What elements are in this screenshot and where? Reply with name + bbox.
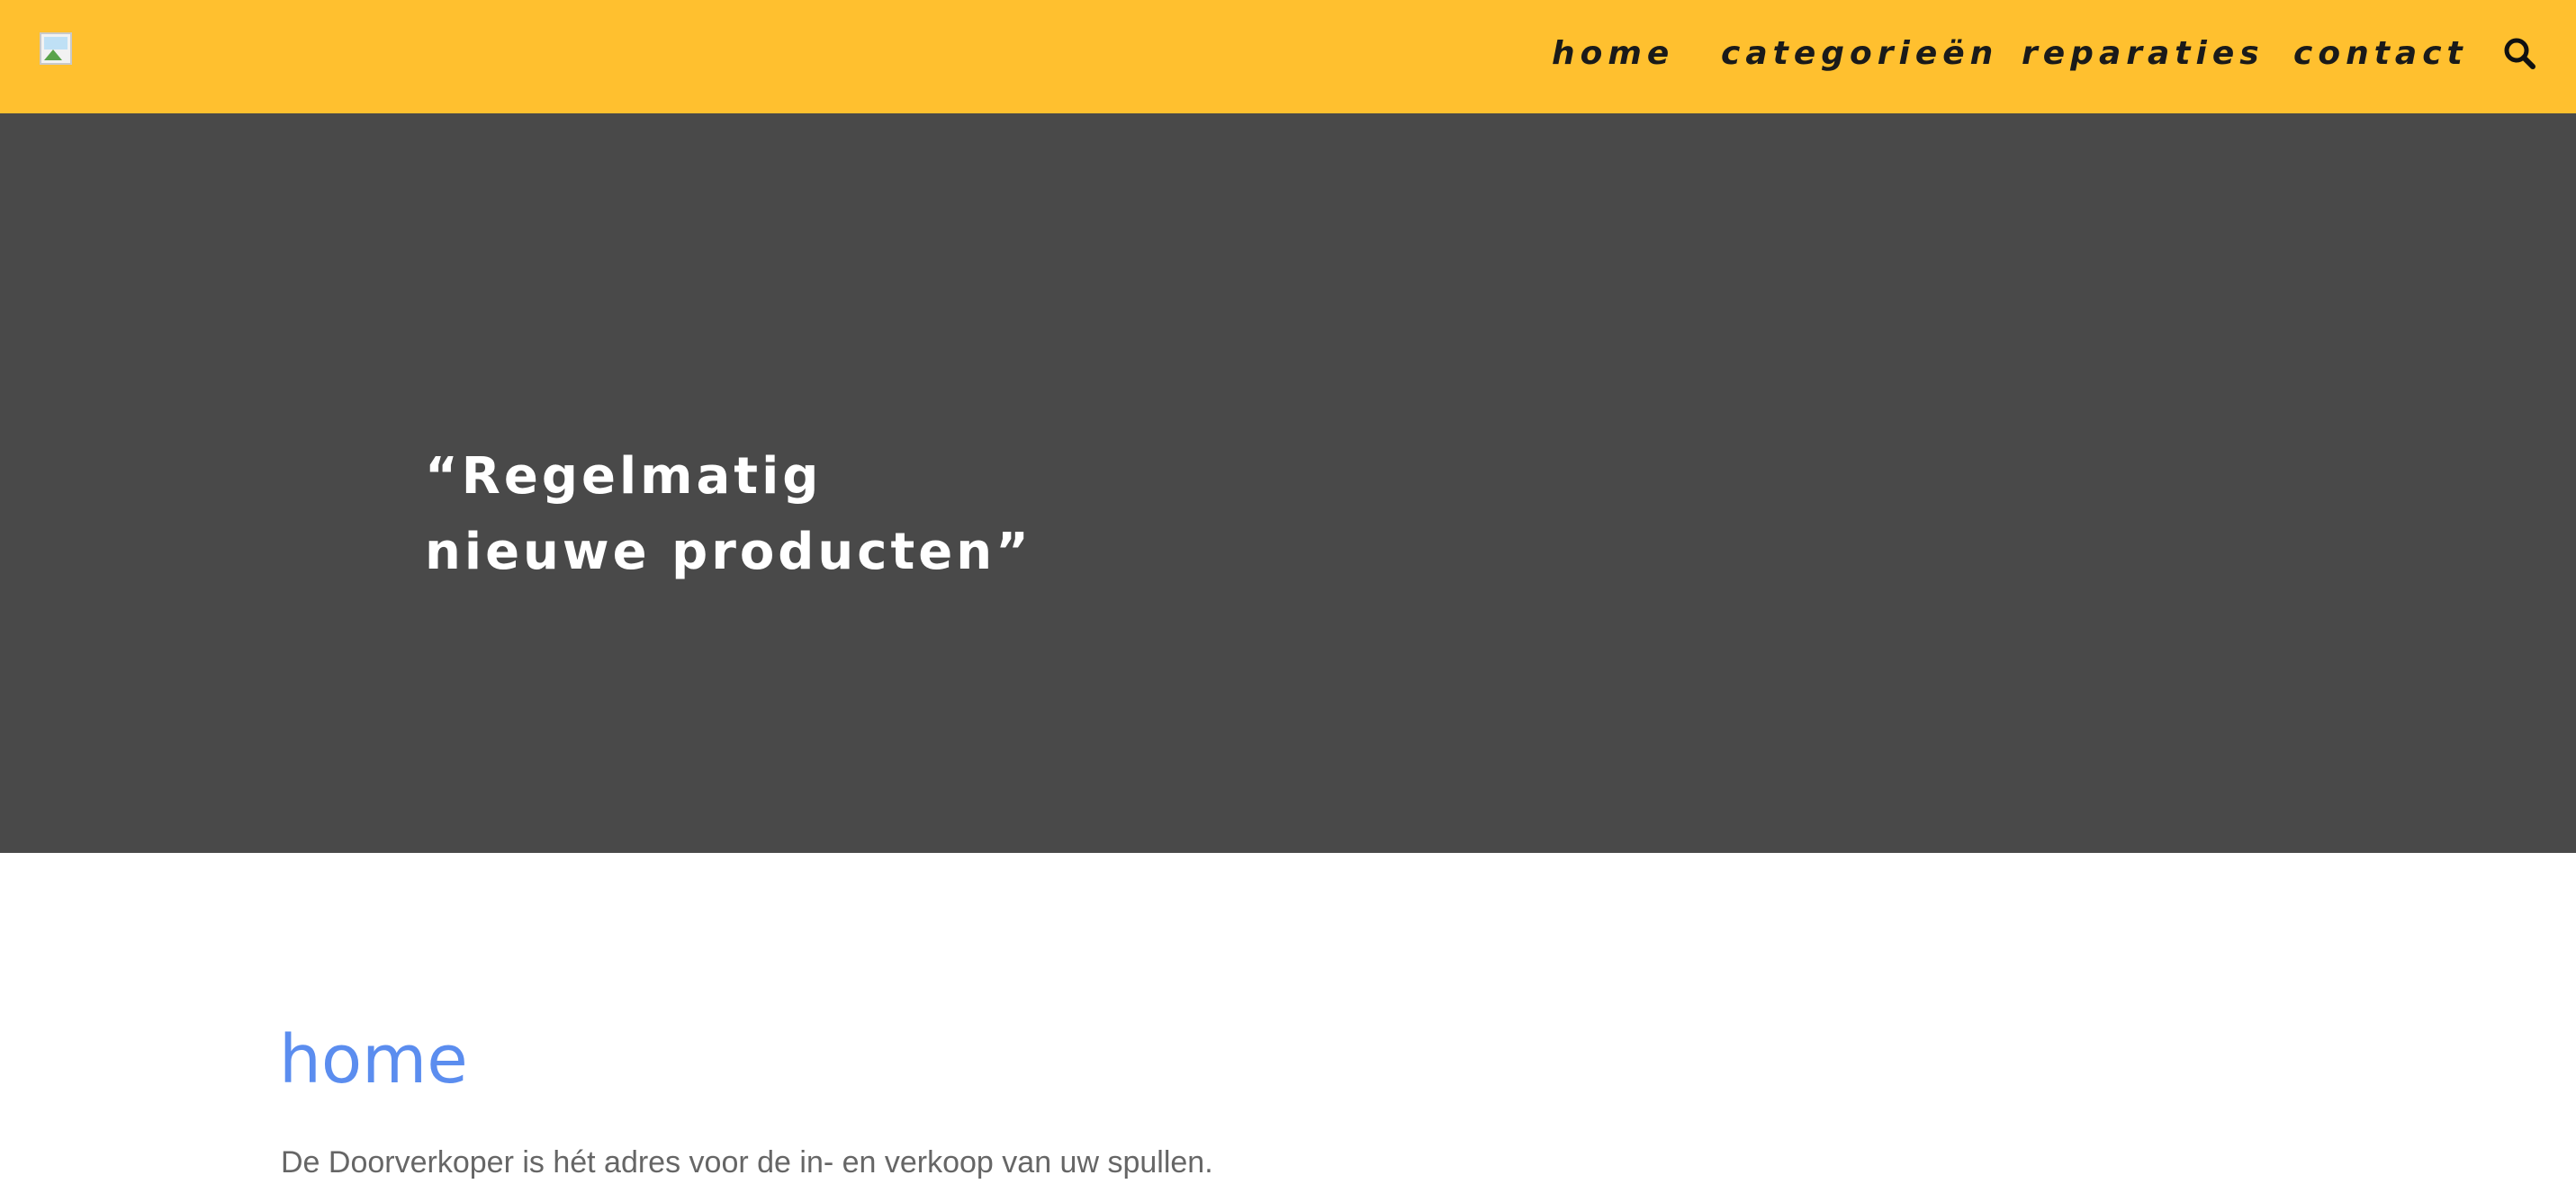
hero-quote: “Regelmatig nieuwe producten” (425, 439, 1032, 590)
page-title: home (279, 1021, 468, 1099)
hero-quote-line-1: “Regelmatig (425, 447, 823, 506)
nav-contact[interactable]: contact (2293, 29, 2468, 79)
nav-categorieen[interactable]: categorieën (1721, 29, 1998, 79)
site-header: home categorieën reparaties contact (0, 0, 2576, 113)
intro-text: De Doorverkoper is hét adres voor de in-… (281, 1145, 1213, 1180)
logo-placeholder-hill (44, 49, 62, 60)
hero-quote-line-2: nieuwe producten” (425, 523, 1032, 581)
logo-placeholder-sky (44, 37, 68, 49)
hero-banner: “Regelmatig nieuwe producten” (0, 113, 2576, 853)
nav-home[interactable]: home (1552, 29, 1674, 79)
search-icon[interactable] (2500, 34, 2540, 74)
logo-image[interactable] (40, 32, 72, 65)
nav-reparaties[interactable]: reparaties (2022, 29, 2265, 79)
